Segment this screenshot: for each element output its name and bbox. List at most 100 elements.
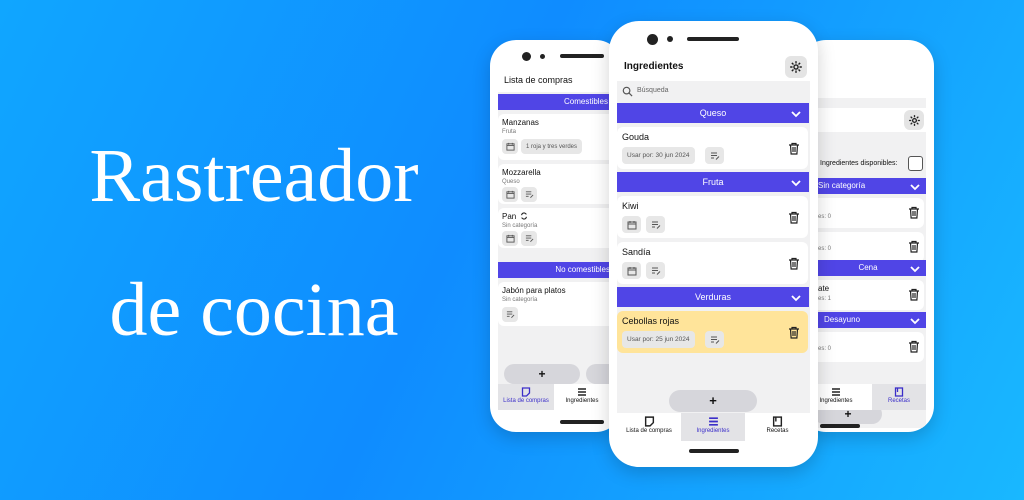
search-bar[interactable]: Búsqueda — [617, 82, 810, 102]
note-icon — [521, 387, 531, 397]
item-name: Jabón para platos — [502, 286, 566, 295]
center-phone: Ingredientes Búsqueda Queso Gouda Usar p… — [609, 21, 818, 467]
section-label: Verduras — [694, 292, 732, 302]
home-bar — [820, 424, 860, 428]
search-input[interactable]: Búsqueda — [637, 87, 669, 94]
edit-note-icon[interactable] — [646, 216, 665, 233]
item-category: Sin categoría — [502, 297, 538, 303]
headline-line-1: Rastreador — [89, 134, 419, 218]
bottom-nav: Ingredientes Recetas — [800, 384, 926, 410]
book-icon — [772, 416, 783, 427]
recipe-count: es: 0 — [818, 246, 832, 252]
item-name: Sandía — [622, 247, 651, 257]
calendar-icon[interactable] — [622, 262, 641, 279]
shopping-item[interactable]: Mozzarella Queso — [498, 164, 622, 204]
edit-note-icon[interactable] — [502, 307, 518, 322]
available-ingredients-label: Ingredientes disponibles: — [820, 160, 898, 167]
nav-shopping-list[interactable]: Lista de compras — [498, 384, 554, 410]
calendar-icon[interactable] — [502, 139, 518, 154]
item-name: Gouda — [622, 132, 650, 142]
nav-shopping-list[interactable]: Lista de compras — [617, 413, 681, 441]
section-header[interactable]: Verduras — [617, 287, 809, 307]
center-top-bar: Ingredientes — [617, 53, 810, 81]
shopping-item[interactable]: Pan Sin categoría — [498, 208, 622, 248]
edit-note-icon[interactable] — [521, 187, 537, 202]
settings-gear-icon[interactable] — [785, 56, 807, 78]
trash-icon[interactable] — [788, 211, 800, 224]
edit-note-icon[interactable] — [646, 262, 665, 279]
nav-label: Recetas — [887, 398, 910, 404]
section-label: Comestibles — [563, 97, 608, 106]
right-phone-screen: Ingredientes disponibles: Sin categoría … — [800, 98, 926, 428]
camera-dot — [522, 52, 531, 61]
section-label: Fruta — [702, 177, 724, 187]
trash-icon[interactable] — [788, 257, 800, 270]
item-category: Queso — [502, 179, 520, 185]
item-name: Manzanas — [502, 118, 539, 127]
calendar-icon[interactable] — [622, 216, 641, 233]
list-icon — [708, 417, 718, 426]
search-icon — [622, 86, 633, 97]
item-note[interactable]: 1 roja y tres verdes — [521, 139, 583, 154]
recipe-card[interactable]: es: 0 — [800, 332, 924, 362]
list-icon — [578, 388, 586, 396]
trash-icon[interactable] — [908, 340, 920, 353]
nav-recipes[interactable]: Recetas — [745, 413, 810, 441]
ingredient-item[interactable]: Sandía — [617, 242, 808, 284]
speaker-grille — [560, 54, 604, 58]
shopping-item[interactable]: Jabón para platos Sin categoría — [498, 282, 622, 326]
recipe-card[interactable]: es: 0 — [800, 232, 924, 262]
edit-note-icon[interactable] — [705, 147, 724, 164]
ingredient-item-expiring[interactable]: Cebollas rojas Usar por: 25 jun 2024 — [617, 311, 808, 353]
section-label: Sin categoría — [818, 181, 866, 190]
trash-icon[interactable] — [788, 142, 800, 155]
recipe-count: es: 1 — [818, 296, 832, 302]
section-header[interactable]: No comestibles — [498, 262, 622, 278]
recipe-count: es: 0 — [818, 346, 832, 352]
section-header[interactable]: Queso — [617, 103, 809, 123]
section-header[interactable]: Desayuno — [800, 312, 926, 328]
section-label: Desayuno — [824, 315, 861, 324]
recipe-card[interactable]: ate es: 1 — [800, 280, 924, 310]
home-bar — [689, 449, 739, 453]
shopping-item[interactable]: Manzanas Fruta 1 roja y tres verdes — [498, 114, 622, 160]
add-button[interactable]: + — [504, 364, 580, 384]
item-category: Sin categoría — [502, 223, 538, 229]
chevron-down-icon — [791, 111, 801, 118]
add-ingredient-button[interactable]: + — [669, 390, 757, 412]
repeat-icon — [521, 212, 527, 220]
chevron-down-icon — [910, 266, 920, 273]
ingredient-item[interactable]: Kiwi — [617, 196, 808, 238]
use-by-date[interactable]: Usar por: 25 jun 2024 — [622, 331, 695, 348]
bottom-nav: Lista de compras Ingredientes Recetas — [617, 413, 810, 441]
section-header[interactable]: Cena — [800, 260, 926, 276]
calendar-icon[interactable] — [502, 231, 518, 246]
nav-recipes[interactable]: Recetas — [872, 384, 926, 410]
section-label: Cena — [858, 263, 878, 272]
section-header[interactable]: Comestibles — [498, 94, 622, 110]
settings-gear-icon[interactable] — [904, 110, 924, 130]
item-name: Kiwi — [622, 201, 639, 211]
calendar-icon[interactable] — [502, 187, 518, 202]
chevron-down-icon — [910, 318, 920, 325]
trash-icon[interactable] — [788, 326, 800, 339]
trash-icon[interactable] — [908, 240, 920, 253]
right-phone: Ingredientes disponibles: Sin categoría … — [800, 40, 934, 432]
available-checkbox[interactable] — [908, 156, 923, 171]
camera-dot — [540, 54, 545, 59]
section-header[interactable]: Sin categoría — [800, 178, 926, 194]
chevron-down-icon — [791, 180, 801, 187]
use-by-date[interactable]: Usar por: 30 jun 2024 — [622, 147, 695, 164]
nav-ingredients[interactable]: Ingredientes — [681, 413, 745, 441]
edit-note-icon[interactable] — [521, 231, 537, 246]
edit-note-icon[interactable] — [705, 331, 724, 348]
item-name: Pan — [502, 212, 517, 221]
recipe-card[interactable]: es: 0 — [800, 198, 924, 228]
ingredient-item[interactable]: Gouda Usar por: 30 jun 2024 — [617, 127, 808, 169]
trash-icon[interactable] — [908, 288, 920, 301]
trash-icon[interactable] — [908, 206, 920, 219]
speaker-grille — [687, 37, 739, 41]
nav-ingredients[interactable]: Ingredientes — [554, 384, 610, 410]
section-header[interactable]: Fruta — [617, 172, 809, 192]
camera-dot — [667, 36, 673, 42]
